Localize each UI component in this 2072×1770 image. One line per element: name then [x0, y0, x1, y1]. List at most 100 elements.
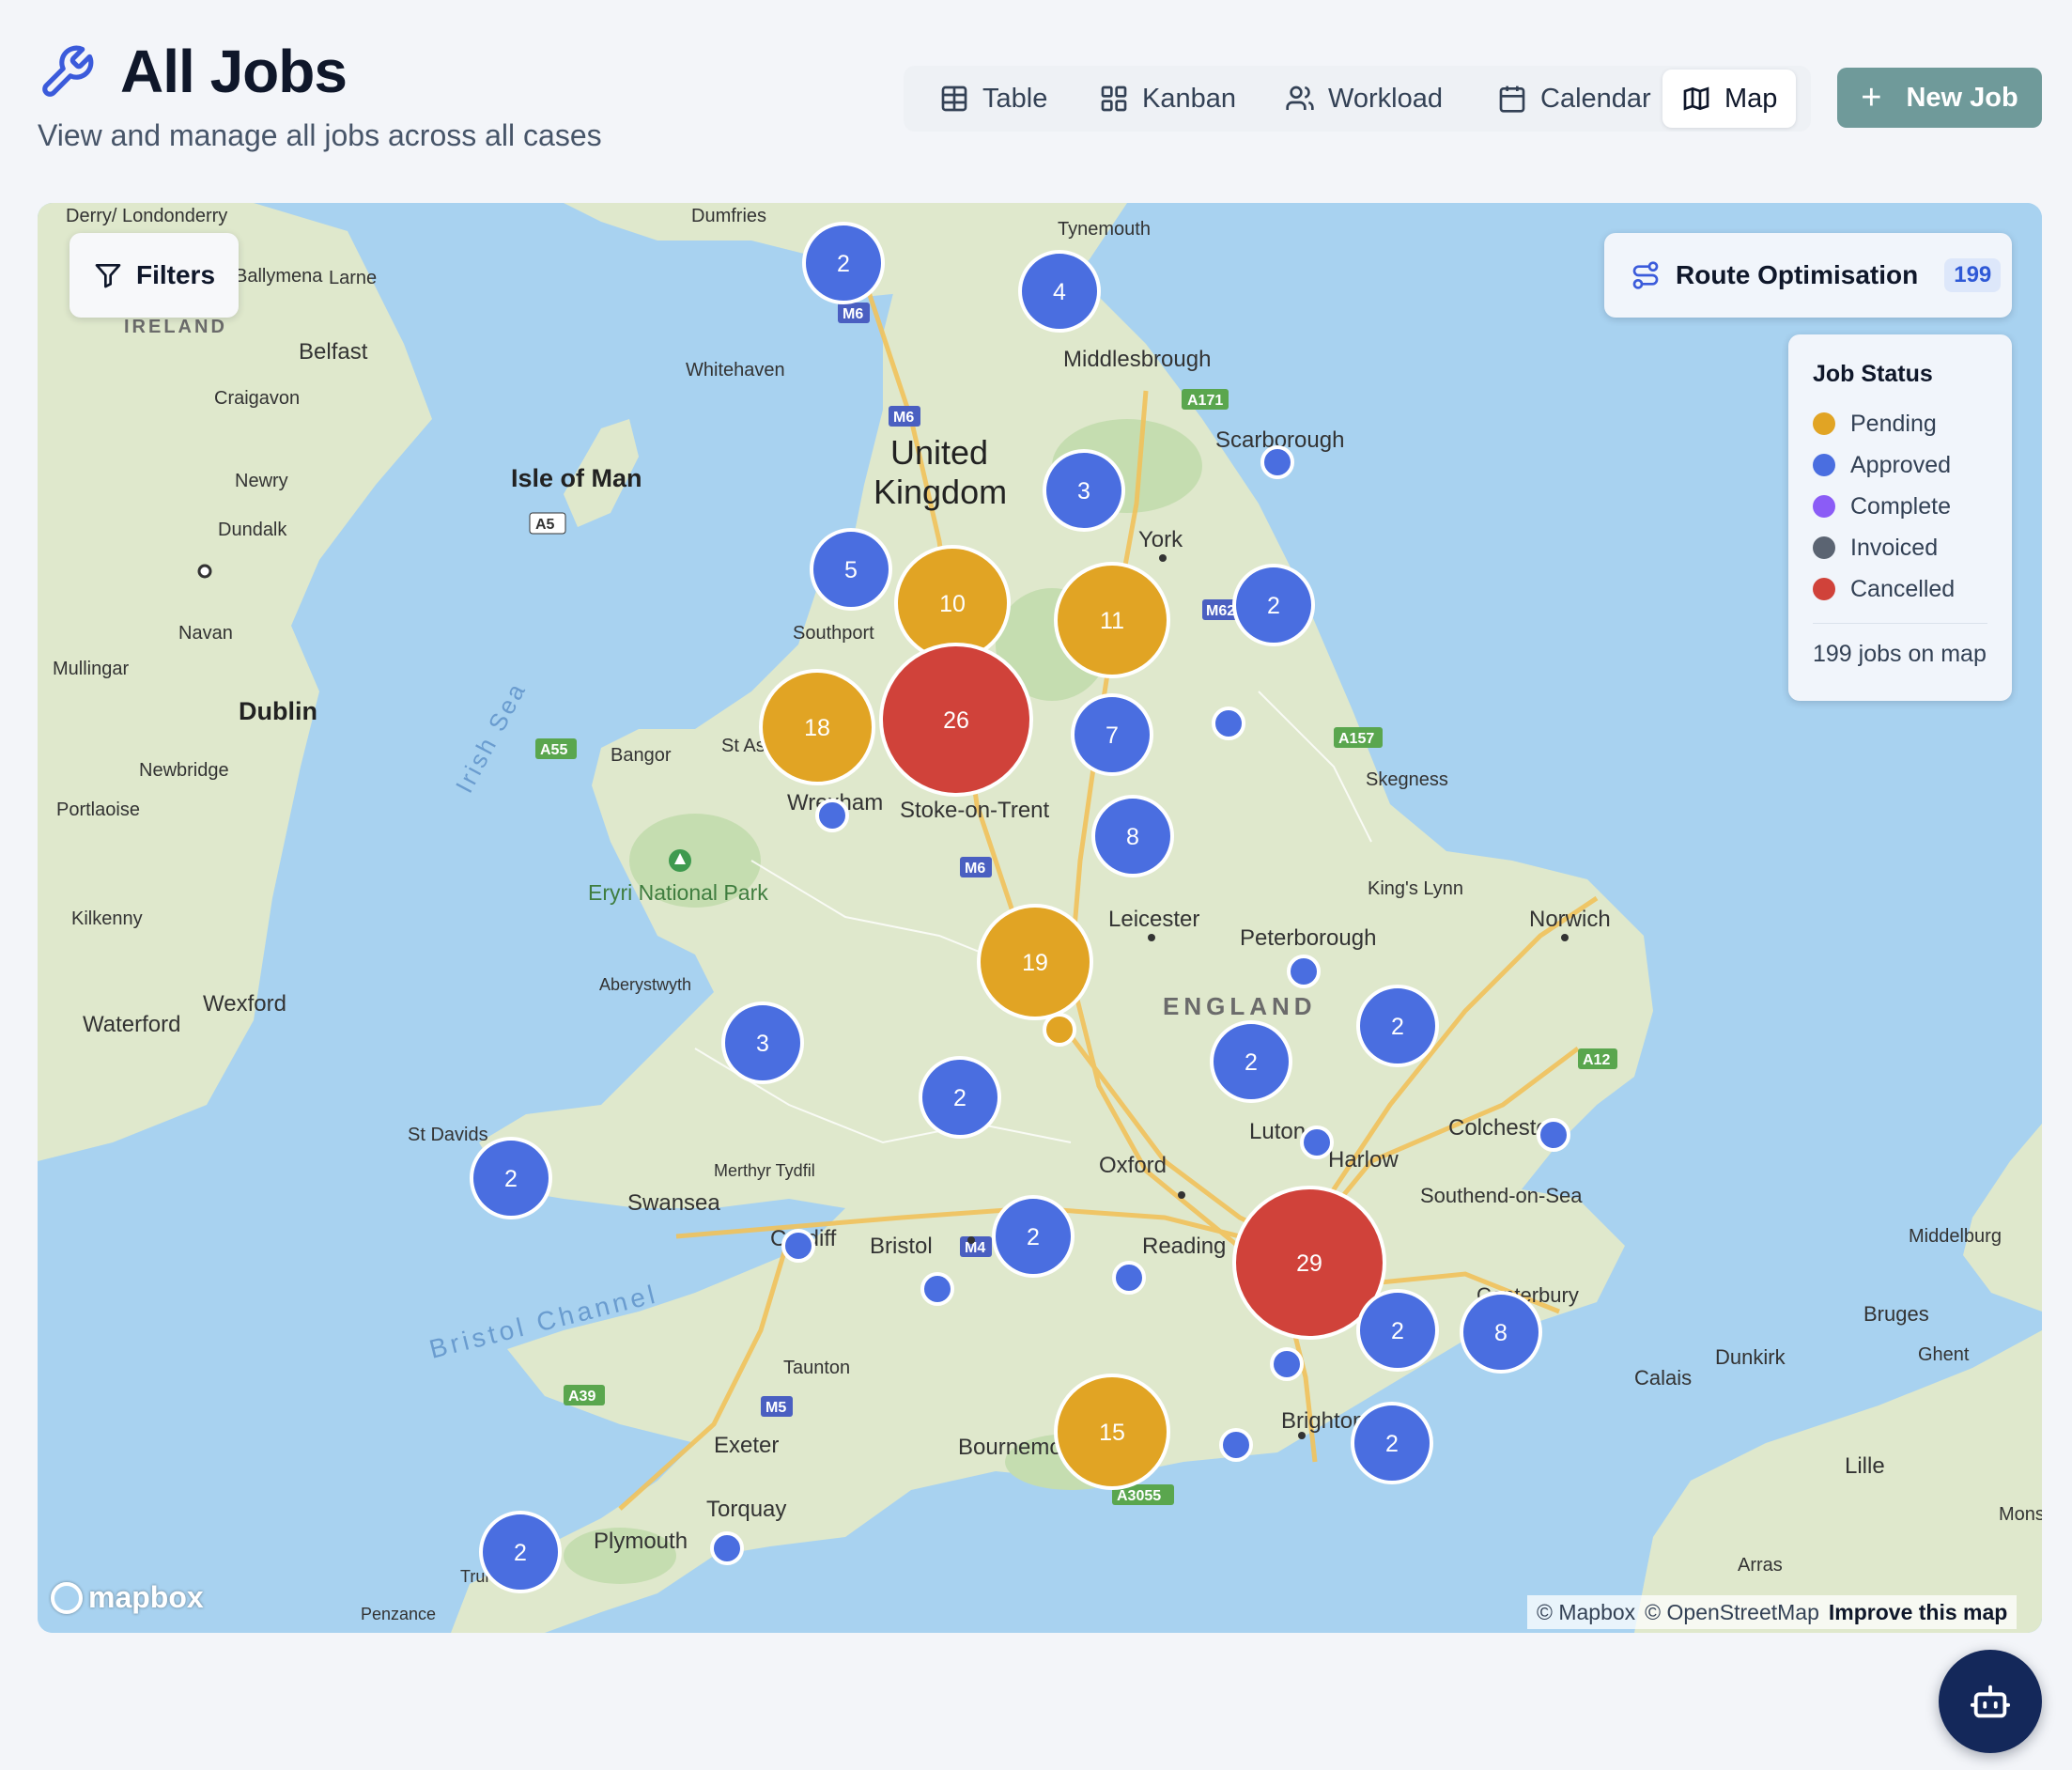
job-marker[interactable] [781, 1229, 815, 1263]
job-cluster[interactable]: 7 [1071, 693, 1153, 776]
cluster-count: 8 [1494, 1320, 1508, 1346]
cluster-count: 29 [1296, 1250, 1322, 1277]
place-label: Dublin [239, 697, 317, 725]
job-cluster[interactable]: 2 [1356, 1289, 1439, 1372]
job-marker[interactable] [1112, 1261, 1146, 1295]
job-cluster[interactable]: 3 [1043, 449, 1125, 532]
job-cluster[interactable]: 2 [1351, 1402, 1433, 1484]
tab-label: Kanban [1142, 83, 1236, 114]
cluster-count: 7 [1106, 722, 1119, 749]
job-marker[interactable] [1219, 1428, 1253, 1462]
route-optimisation-button[interactable]: Route Optimisation 199 [1604, 233, 2012, 318]
legend-label: Cancelled [1850, 575, 1956, 602]
place-label: Bruges [1863, 1302, 1929, 1326]
job-marker[interactable] [1270, 1347, 1304, 1381]
job-cluster[interactable]: 2 [1232, 564, 1315, 646]
job-marker[interactable] [1212, 706, 1245, 740]
job-status-legend: Job Status Pending Approved Complete Inv… [1788, 334, 2012, 701]
status-dot [1813, 495, 1835, 518]
place-label: York [1138, 527, 1183, 552]
legend-item-cancelled: Cancelled [1813, 568, 1987, 610]
road-shield: A39 [568, 1389, 595, 1405]
job-cluster[interactable]: 2 [470, 1137, 552, 1219]
place-label: King's Lynn [1368, 878, 1463, 899]
tab-kanban[interactable]: Kanban [1080, 70, 1255, 128]
job-cluster[interactable]: 8 [1091, 795, 1174, 877]
place-label: Exeter [714, 1433, 779, 1458]
job-cluster[interactable]: 3 [721, 1001, 804, 1084]
place-label: Derry/ Londonderry [66, 206, 227, 226]
filters-button[interactable]: Filters [70, 233, 239, 318]
tab-label: Workload [1328, 83, 1443, 114]
status-dot [1813, 412, 1835, 435]
place-label: Plymouth [594, 1529, 688, 1554]
place-label: Ghent [1918, 1344, 1970, 1365]
job-cluster[interactable]: 5 [810, 528, 892, 611]
place-label: Newbridge [139, 760, 229, 781]
place-label: Southport [793, 623, 874, 644]
place-label: Skegness [1366, 769, 1448, 790]
job-marker[interactable] [815, 799, 849, 832]
status-dot [1813, 454, 1835, 476]
job-marker[interactable] [1287, 955, 1321, 988]
place-label: Dunkirk [1715, 1345, 1786, 1369]
job-cluster[interactable]: 18 [759, 669, 875, 785]
place-label: Mullingar [53, 659, 129, 679]
job-marker[interactable] [1043, 1013, 1076, 1047]
attribution-osm-link[interactable]: © OpenStreetMap [1645, 1600, 1819, 1625]
place-label: Brighton [1281, 1408, 1365, 1434]
tab-map[interactable]: Map [1662, 70, 1797, 128]
place-label: Ballymena [235, 266, 323, 287]
job-marker[interactable] [1537, 1118, 1570, 1152]
place-label: United [890, 433, 988, 472]
new-job-button[interactable]: + New Job [1837, 68, 2042, 128]
view-switcher: Table Kanban Workload Calendar Map [904, 66, 1811, 132]
job-cluster[interactable]: 15 [1054, 1374, 1170, 1490]
new-job-label: New Job [1906, 82, 2018, 113]
jobs-on-map-count: 199 jobs on map [1813, 641, 1987, 667]
place-label: Torquay [706, 1497, 786, 1522]
job-marker[interactable] [710, 1531, 744, 1565]
tab-label: Table [982, 83, 1048, 114]
job-cluster[interactable]: 2 [479, 1511, 562, 1593]
job-cluster[interactable]: 11 [1054, 562, 1170, 678]
job-cluster[interactable]: 2 [992, 1195, 1075, 1278]
job-marker[interactable] [920, 1272, 954, 1306]
assistant-button[interactable] [1939, 1650, 2042, 1753]
job-marker[interactable] [1300, 1126, 1334, 1159]
legend-item-pending: Pending [1813, 403, 1987, 444]
tab-table[interactable]: Table [920, 70, 1066, 128]
tab-calendar[interactable]: Calendar [1478, 70, 1670, 128]
cluster-count: 2 [1267, 593, 1280, 619]
job-cluster[interactable]: 10 [894, 545, 1011, 661]
tab-workload[interactable]: Workload [1266, 70, 1461, 128]
job-cluster[interactable]: 26 [879, 643, 1033, 797]
attribution-mapbox-link[interactable]: © Mapbox [1537, 1600, 1635, 1625]
place-label: Kilkenny [71, 908, 143, 929]
cluster-count: 3 [1077, 478, 1090, 505]
tab-label: Map [1724, 83, 1778, 114]
road-shield: A55 [540, 742, 567, 758]
job-cluster[interactable]: 2 [802, 222, 885, 304]
improve-map-link[interactable]: Improve this map [1829, 1600, 2007, 1625]
road-shield: M6 [843, 306, 863, 322]
place-label: Merthyr Tydfil [714, 1161, 815, 1180]
legend-item-approved: Approved [1813, 444, 1987, 486]
job-cluster[interactable]: 4 [1018, 250, 1101, 333]
legend-label: Approved [1850, 451, 1952, 478]
legend-label: Pending [1850, 410, 1937, 437]
table-icon [941, 85, 967, 112]
place-label: Luton [1249, 1119, 1306, 1144]
job-cluster[interactable]: 19 [977, 904, 1093, 1020]
job-cluster[interactable]: 8 [1460, 1291, 1542, 1374]
cluster-count: 3 [756, 1031, 769, 1057]
job-cluster[interactable]: 2 [1210, 1020, 1292, 1103]
cluster-count: 11 [1100, 608, 1124, 634]
job-cluster[interactable]: 2 [919, 1056, 1001, 1139]
job-marker[interactable] [1260, 445, 1294, 479]
job-cluster[interactable]: 2 [1356, 985, 1439, 1067]
mapbox-logo[interactable]: mapbox [51, 1580, 204, 1615]
place-label: Southend-on-Sea [1420, 1184, 1583, 1207]
legend-item-invoiced: Invoiced [1813, 527, 1987, 568]
jobs-map[interactable]: Derry/ Londonderry Dumfries Tynemouth Ba… [38, 203, 2042, 1633]
